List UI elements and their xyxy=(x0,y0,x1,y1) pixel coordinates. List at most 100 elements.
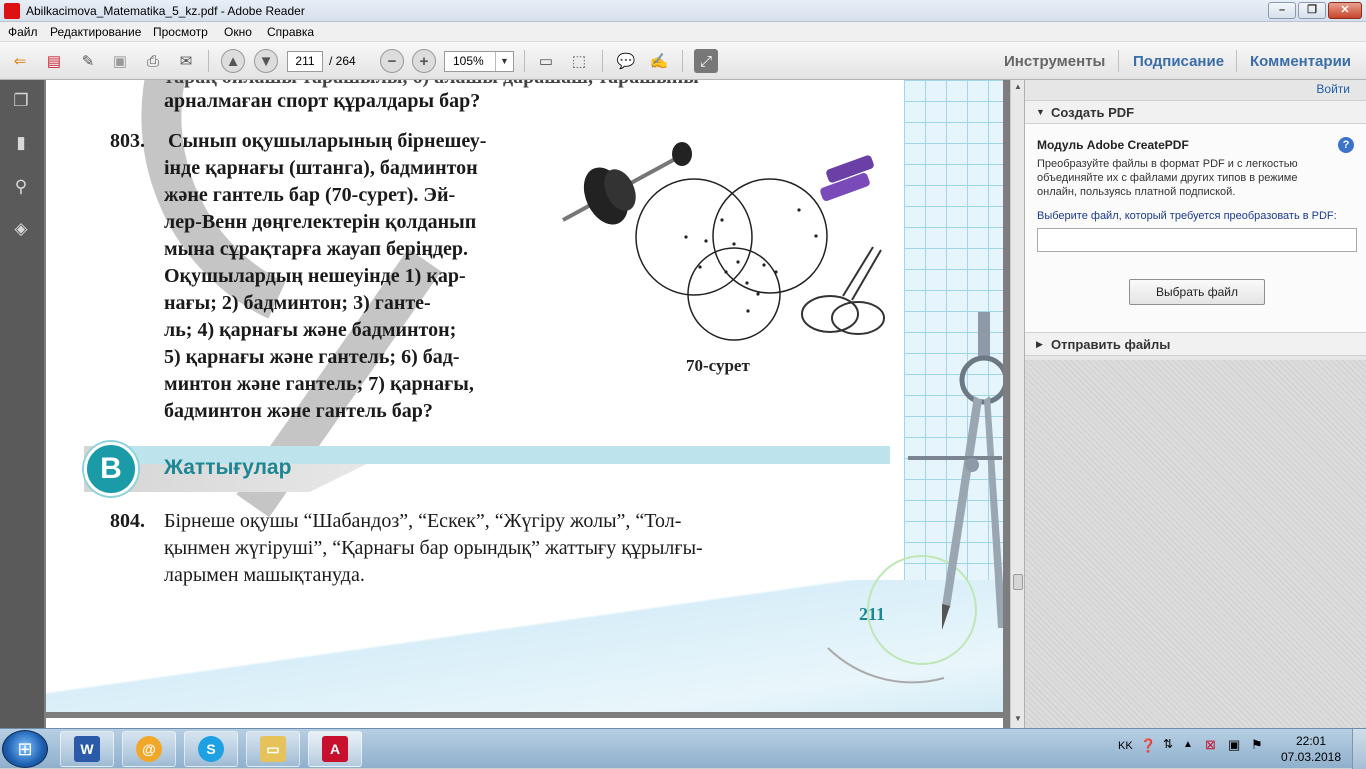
zoom-in-icon[interactable]: + xyxy=(412,49,436,73)
toolbar-separator xyxy=(602,50,603,72)
action-center-flag-icon[interactable]: ⚑ xyxy=(1251,737,1263,753)
taskbar-word[interactable]: W xyxy=(60,731,114,767)
create-pdf-panel: Модуль Adobe CreatePDF ? Преобразуйте фа… xyxy=(1025,124,1366,336)
comment-pane-link[interactable]: Комментарии xyxy=(1250,53,1351,70)
adobe-reader-icon: A xyxy=(322,736,348,762)
module-description: Преобразуйте файлы в формат PDF и с легк… xyxy=(1037,158,1298,198)
pdf-page: тарақ ойлашы тарашылы, 6) алашы дарашаш,… xyxy=(46,80,1003,712)
previous-text-line: арналмаған спорт құралдары бар? xyxy=(164,90,481,112)
section-letter-badge: B xyxy=(84,442,138,496)
problem-803-line: нағы; 2) бадминтон; 3) ганте- xyxy=(164,292,431,314)
zoom-out-icon[interactable]: − xyxy=(380,49,404,73)
taskbar-adobe-reader[interactable]: A xyxy=(308,731,362,767)
menu-window[interactable]: Окно xyxy=(224,25,252,39)
create-pdf-section-header[interactable]: ▼ Создать PDF xyxy=(1025,100,1366,124)
adobe-tray-icon[interactable]: ⊠ xyxy=(1205,737,1216,753)
fit-page-icon[interactable]: ▭ xyxy=(534,49,558,73)
problem-803-line: бадминтон және гантель бар? xyxy=(164,400,433,422)
scrollbar-thumb[interactable] xyxy=(1013,574,1023,590)
show-desktop-button[interactable] xyxy=(1352,729,1366,769)
fit-width-icon[interactable]: ⬚ xyxy=(567,49,591,73)
figure-caption: 70-сурет xyxy=(686,356,750,375)
window-title: Abilkacimova_Matematika_5_kz.pdf - Adobe… xyxy=(26,4,305,18)
send-files-section-header[interactable]: ▶ Отправить файлы xyxy=(1025,332,1366,356)
file-path-input[interactable] xyxy=(1037,228,1357,252)
show-hidden-icons-icon[interactable]: ▲ xyxy=(1183,739,1193,750)
problem-803-line: інде қарнағы (штанга), бадминтон xyxy=(164,157,478,179)
menu-file[interactable]: Файл xyxy=(8,25,38,39)
problem-804-line: ларымен машықтануда. xyxy=(164,564,365,586)
previous-text-cut: тарақ ойлашы тарашылы, 6) алашы дарашаш,… xyxy=(164,80,699,89)
maximize-button[interactable]: ❐ xyxy=(1298,2,1326,19)
language-indicator[interactable]: KK xyxy=(1118,740,1133,752)
start-button[interactable]: ⊞ xyxy=(2,730,48,768)
problem-803-line: мына сұрақтарға жауап беріңдер. xyxy=(164,238,468,260)
attachments-icon[interactable]: ⚲ xyxy=(10,176,32,198)
restore-icon: ❐ xyxy=(1307,4,1317,16)
scroll-down-icon[interactable]: ▼ xyxy=(1011,712,1025,726)
folder-icon: ▭ xyxy=(260,736,286,762)
next-page-icon[interactable]: ▼ xyxy=(254,49,278,73)
help-icon[interactable]: ? xyxy=(1338,137,1354,153)
compass-illustration xyxy=(827,312,1003,684)
windows-taskbar: ⊞ W @ S ▭ A KK ❓ ⇅ ▲ ⊠ ▣ ⚑ 22:01 07.03.2… xyxy=(0,728,1366,769)
problem-803-line: минтон және гантель; 7) қарнағы, xyxy=(164,373,474,395)
expanded-triangle-icon: ▼ xyxy=(1036,107,1045,117)
page-thumbnails-icon[interactable]: ❐ xyxy=(10,90,32,112)
dumbbell-icon xyxy=(820,155,874,202)
highlight-icon[interactable]: ✍ xyxy=(647,49,671,73)
fullscreen-icon[interactable]: ⤢ xyxy=(694,49,718,73)
problem-804-line: қынмен жүгіруші”, “Қарнағы бар орындық” … xyxy=(164,537,703,559)
scroll-up-icon[interactable]: ▲ xyxy=(1011,80,1025,94)
help-tray-icon[interactable]: ❓ xyxy=(1140,738,1156,754)
page-number: 211 xyxy=(859,604,886,624)
problem-803-line: және гантель бар (70-сурет). Эй- xyxy=(164,184,456,206)
close-button[interactable]: ✕ xyxy=(1328,2,1362,19)
bookmarks-icon[interactable]: ▮ xyxy=(10,132,32,154)
toolbar-separator xyxy=(208,50,209,72)
save-icon[interactable]: ▣ xyxy=(108,49,132,73)
next-pdf-page xyxy=(46,718,1003,728)
problem-803-line: Сынып оқушыларының бірнешеу- xyxy=(168,130,487,152)
taskbar-explorer[interactable]: ▭ xyxy=(246,731,300,767)
venn-circles xyxy=(635,178,828,341)
zoom-value: 105% xyxy=(453,54,484,68)
document-view[interactable]: тарақ ойлашы тарашылы, 6) алашы дарашаш,… xyxy=(44,80,1010,728)
minimize-icon: – xyxy=(1278,4,1286,16)
menu-help[interactable]: Справка xyxy=(267,25,314,39)
problem-804-line: Бірнеше оқушы “Шабандоз”, “Ескек”, “Жүгі… xyxy=(164,510,682,532)
chevron-down-icon[interactable]: ▼ xyxy=(495,52,513,71)
network-icon[interactable]: ▣ xyxy=(1228,737,1240,753)
system-clock[interactable]: 22:01 07.03.2018 xyxy=(1278,733,1344,765)
open-file-icon[interactable]: ⇐ xyxy=(8,49,32,73)
taskbar-skype[interactable]: S xyxy=(184,731,238,767)
document-vertical-scrollbar[interactable]: ▲ ▼ xyxy=(1010,80,1024,728)
email-icon[interactable]: ✉ xyxy=(174,49,198,73)
mail-agent-icon: @ xyxy=(136,736,162,762)
select-file-label: Выберите файл, который требуется преобра… xyxy=(1037,210,1337,222)
edit-document-icon[interactable]: ✎ xyxy=(76,49,100,73)
comment-icon[interactable]: 💬 xyxy=(614,49,638,73)
menu-view[interactable]: Просмотр xyxy=(153,25,208,39)
minimize-button[interactable]: – xyxy=(1268,2,1296,19)
taskbar-mail[interactable]: @ xyxy=(122,731,176,767)
menu-edit[interactable]: Редактирование xyxy=(50,25,141,39)
sign-pane-link[interactable]: Подписание xyxy=(1133,53,1224,70)
zoom-select[interactable]: 105% ▼ xyxy=(444,51,514,72)
barbell-icon xyxy=(562,142,692,225)
print-icon[interactable]: ⎙ xyxy=(141,49,165,73)
problem-803-line: Оқушылардың нешеуінде 1) қар- xyxy=(164,265,466,287)
send-files-title: Отправить файлы xyxy=(1051,337,1171,352)
page-number-input[interactable]: 211 xyxy=(287,51,323,72)
choose-file-button[interactable]: Выбрать файл xyxy=(1129,279,1265,305)
network-arrows-icon[interactable]: ⇅ xyxy=(1163,737,1173,751)
login-link[interactable]: Войти xyxy=(1316,82,1350,96)
adobe-reader-window: Abilkacimova_Matematika_5_kz.pdf - Adobe… xyxy=(0,0,1366,769)
toolbar-separator xyxy=(1236,50,1237,72)
create-pdf-icon[interactable]: ▤ xyxy=(42,49,66,73)
previous-page-icon[interactable]: ▲ xyxy=(221,49,245,73)
layers-icon[interactable]: ◈ xyxy=(10,218,32,240)
clock-date: 07.03.2018 xyxy=(1280,750,1342,764)
problem-803-line: ль; 4) қарнағы және бадминтон; xyxy=(164,319,457,341)
tools-pane-link[interactable]: Инструменты xyxy=(1004,53,1105,70)
